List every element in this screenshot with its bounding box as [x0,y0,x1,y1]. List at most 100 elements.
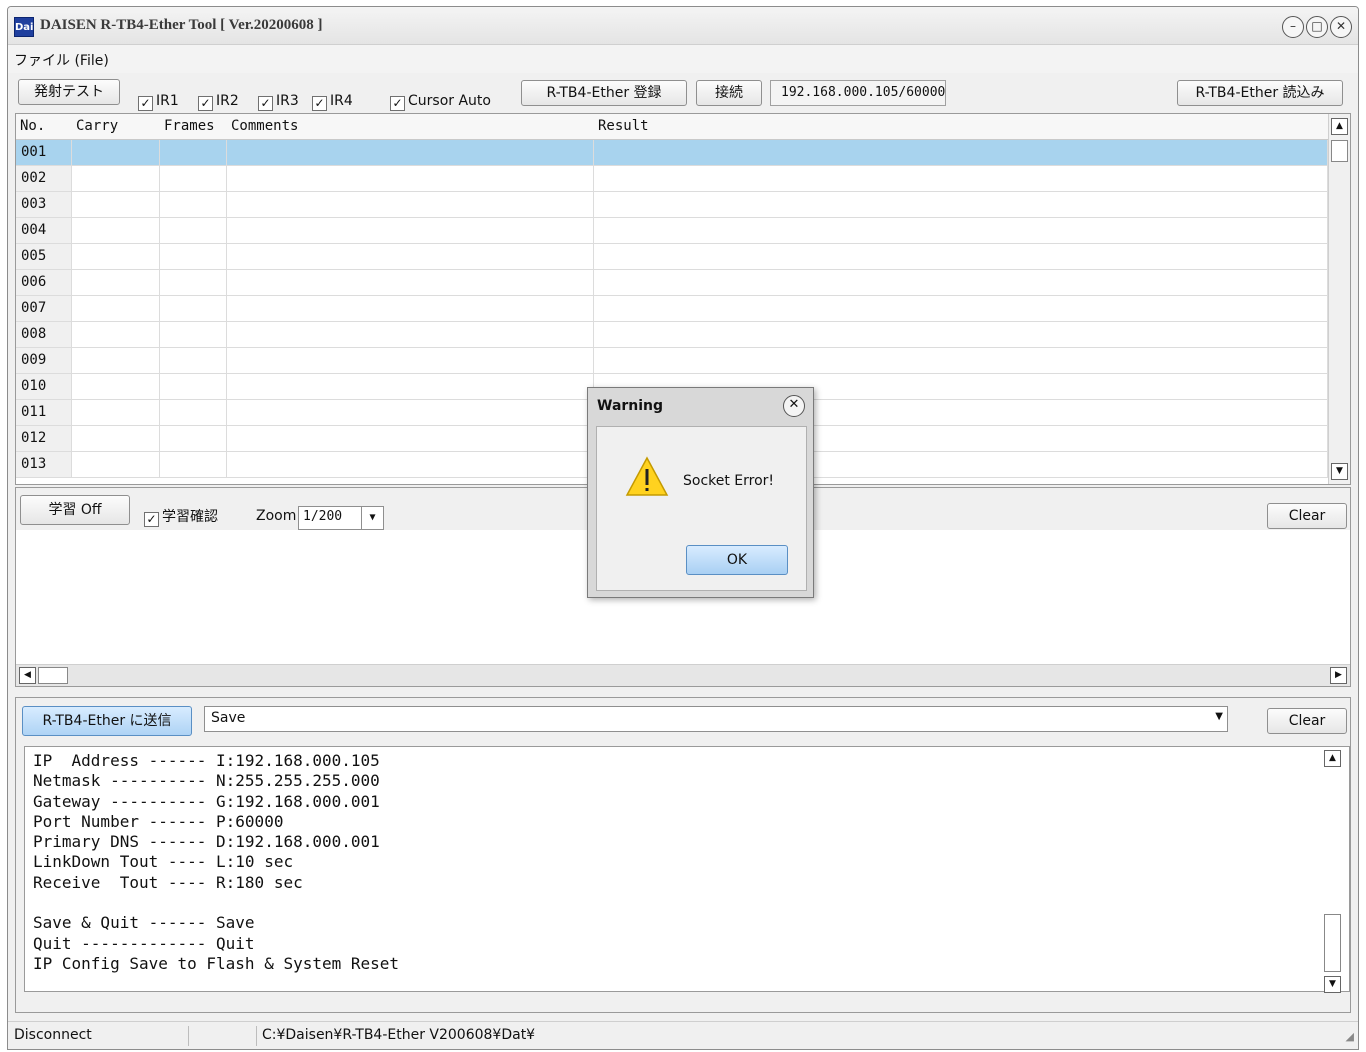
dropdown-arrow-icon[interactable]: ▼ [361,507,383,529]
table-row[interactable]: 002 [16,166,1328,192]
table-cell[interactable] [227,140,594,165]
table-cell[interactable] [160,244,227,269]
table-cell[interactable] [160,166,227,191]
table-cell[interactable] [227,192,594,217]
column-header-frames[interactable]: Frames [164,118,215,134]
table-cell[interactable] [594,270,1328,295]
resize-grip-icon[interactable]: ◢ [1346,1030,1354,1043]
maximize-icon[interactable]: □ [1306,16,1328,38]
ir3-checkbox[interactable]: ✓ IR3 [258,93,299,111]
ok-button[interactable]: OK [686,545,788,575]
column-header-result[interactable]: Result [598,118,649,134]
table-cell[interactable] [227,218,594,243]
ip-port-field[interactable]: 192.168.000.105/60000 [770,80,946,106]
zoom-select[interactable]: 1/200 ▼ [298,506,384,530]
scroll-thumb[interactable] [1324,914,1341,972]
table-cell[interactable] [160,270,227,295]
ir2-checkbox[interactable]: ✓ IR2 [198,93,239,111]
table-cell[interactable] [594,244,1328,269]
ir4-checkbox[interactable]: ✓ IR4 [312,93,353,111]
table-cell[interactable] [160,348,227,373]
table-row[interactable]: 009 [16,348,1328,374]
table-row[interactable]: 004 [16,218,1328,244]
column-header-carry[interactable]: Carry [76,118,118,134]
table-cell[interactable] [594,348,1328,373]
table-cell[interactable] [227,270,594,295]
scroll-right-icon[interactable]: ▶ [1330,667,1347,684]
table-cell[interactable] [160,426,227,451]
command-select[interactable]: Save ▼ [204,706,1228,732]
table-cell[interactable] [227,348,594,373]
minimize-icon[interactable]: – [1282,16,1304,38]
dialog-close-icon[interactable]: ✕ [783,395,805,417]
table-cell[interactable] [227,374,594,399]
table-cell[interactable] [72,140,160,165]
console-log[interactable]: IP Address ------ I:192.168.000.105 Netma… [24,746,1350,992]
table-cell[interactable] [160,140,227,165]
table-cell[interactable] [160,400,227,425]
fire-test-button[interactable]: 発射テスト [18,79,120,105]
waveform-horizontal-scrollbar[interactable]: ◀ ▶ [16,664,1350,686]
table-cell[interactable] [594,296,1328,321]
table-cell[interactable] [72,348,160,373]
table-row[interactable]: 008 [16,322,1328,348]
table-cell[interactable] [227,244,594,269]
table-cell[interactable] [160,452,227,477]
learn-clear-button[interactable]: Clear [1267,503,1347,529]
table-cell[interactable] [72,322,160,347]
table-cell[interactable] [72,166,160,191]
table-cell[interactable] [594,218,1328,243]
table-cell[interactable] [72,270,160,295]
table-cell[interactable] [594,166,1328,191]
table-row[interactable]: 007 [16,296,1328,322]
table-cell[interactable] [72,192,160,217]
scroll-left-icon[interactable]: ◀ [19,667,36,684]
table-cell[interactable] [227,452,594,477]
table-row[interactable]: 006 [16,270,1328,296]
close-icon[interactable]: ✕ [1330,16,1352,38]
table-cell[interactable] [72,426,160,451]
table-cell[interactable] [227,296,594,321]
table-cell[interactable] [72,374,160,399]
table-cell[interactable] [227,322,594,347]
table-cell[interactable] [72,218,160,243]
table-cell[interactable] [594,140,1328,165]
send-clear-button[interactable]: Clear [1267,708,1347,734]
table-cell[interactable] [72,400,160,425]
console-vertical-scrollbar[interactable]: ▲ ▼ [1322,750,1342,993]
menu-file[interactable]: ファイル (File) [14,50,109,70]
table-row[interactable]: 005 [16,244,1328,270]
cursor-auto-checkbox[interactable]: ✓ Cursor Auto [390,93,491,111]
table-cell[interactable] [72,452,160,477]
table-cell[interactable] [160,192,227,217]
scroll-down-icon[interactable]: ▼ [1324,976,1341,993]
table-cell[interactable] [227,426,594,451]
scroll-thumb[interactable] [1331,140,1348,162]
table-cell[interactable] [594,322,1328,347]
table-cell[interactable] [72,296,160,321]
send-button[interactable]: R-TB4-Ether に送信 [22,706,192,736]
learn-off-button[interactable]: 学習 Off [20,495,130,525]
register-button[interactable]: R-TB4-Ether 登録 [521,80,687,106]
column-header-no[interactable]: No. [20,118,45,134]
table-cell[interactable] [160,296,227,321]
ir1-checkbox[interactable]: ✓ IR1 [138,93,179,111]
read-button[interactable]: R-TB4-Ether 読込み [1177,80,1343,106]
learn-confirm-checkbox[interactable]: ✓ 学習確認 [144,506,218,527]
table-cell[interactable] [160,322,227,347]
table-cell[interactable] [594,192,1328,217]
dropdown-arrow-icon[interactable]: ▼ [1215,711,1223,722]
table-cell[interactable] [227,400,594,425]
scroll-up-icon[interactable]: ▲ [1324,750,1341,767]
connect-button[interactable]: 接続 [696,80,762,106]
scroll-down-icon[interactable]: ▼ [1331,463,1348,480]
table-cell[interactable] [72,244,160,269]
scroll-up-icon[interactable]: ▲ [1331,118,1348,135]
scroll-thumb[interactable] [38,667,68,684]
table-vertical-scrollbar[interactable]: ▲ ▼ [1328,114,1350,484]
table-row[interactable]: 003 [16,192,1328,218]
column-header-comments[interactable]: Comments [231,118,298,134]
table-row[interactable]: 001 [16,140,1328,166]
table-cell[interactable] [160,374,227,399]
table-cell[interactable] [227,166,594,191]
